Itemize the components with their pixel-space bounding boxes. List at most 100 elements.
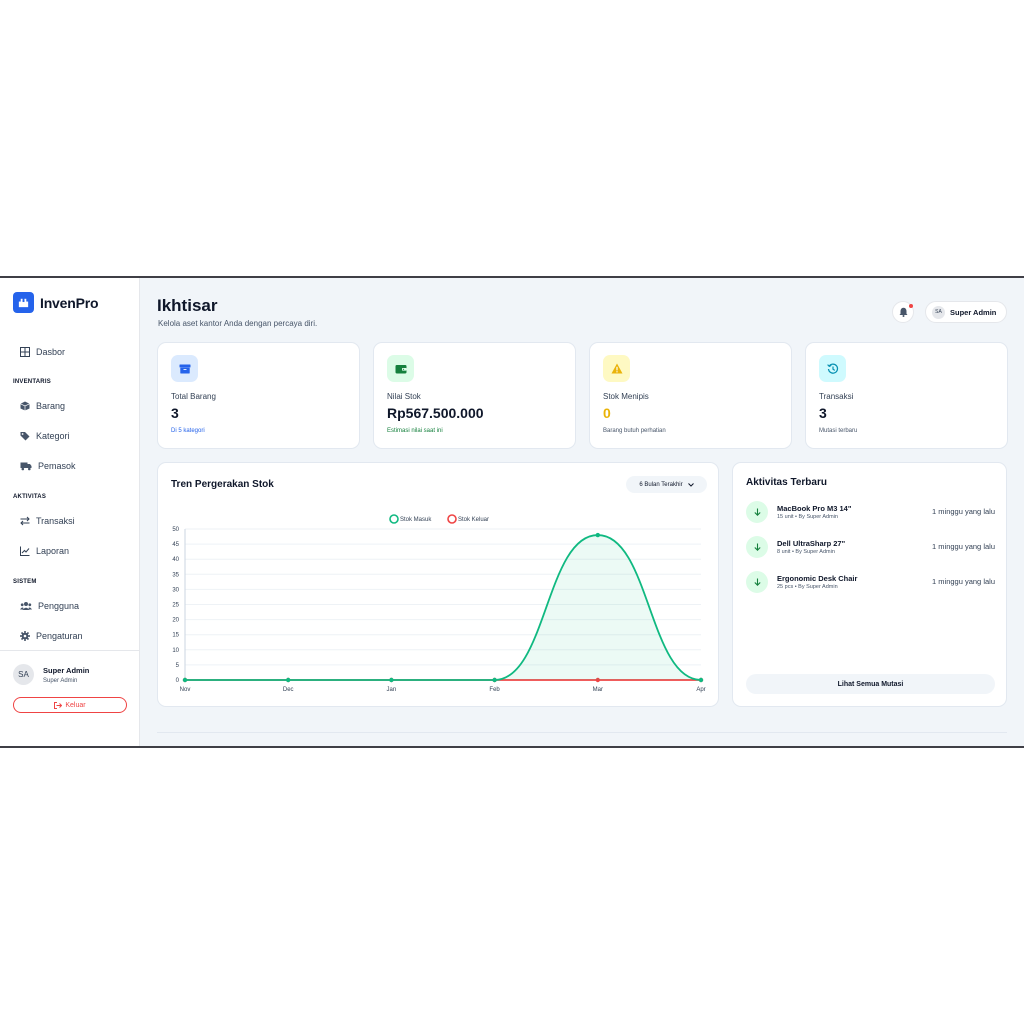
- sidebar-item-label: Pengaturan: [36, 631, 83, 641]
- stat-card-transaksi: Transaksi 3 Mutasi terbaru: [805, 342, 1008, 449]
- sidebar-item-transaksi[interactable]: Transaksi: [20, 513, 75, 529]
- x-tick-label: Apr: [696, 687, 705, 693]
- sidebar-item-dasbor[interactable]: Dasbor: [20, 344, 65, 360]
- logo-icon: [13, 292, 34, 313]
- cube-icon: [20, 401, 30, 411]
- notification-dot: [909, 304, 913, 308]
- history-icon: [819, 355, 846, 382]
- sidebar: InvenPro Dasbor INVENTARIS Barang Katego…: [0, 278, 140, 746]
- series-area: [185, 535, 701, 680]
- activity-item[interactable]: Dell UltraSharp 27" 8 unit • By Super Ad…: [746, 536, 995, 560]
- app-window: InvenPro Dasbor INVENTARIS Barang Katego…: [0, 276, 1024, 748]
- arrow-down-icon: [746, 501, 768, 523]
- view-all-mutations-button[interactable]: Lihat Semua Mutasi: [746, 674, 995, 694]
- stock-trend-chart: 0 5 10 15 20 25 30 35 40 45 50 Nov Dec Jan Feb Mar Apr St…: [172, 514, 706, 693]
- section-aktivitas: AKTIVITAS: [13, 494, 47, 500]
- stat-value: 0: [603, 405, 611, 421]
- notification-button[interactable]: [892, 301, 914, 323]
- brand[interactable]: InvenPro: [13, 292, 99, 313]
- logout-button[interactable]: Keluar: [13, 697, 127, 713]
- data-point: [492, 677, 497, 683]
- y-tick-label: 45: [172, 542, 179, 548]
- sidebar-item-label: Transaksi: [36, 516, 75, 526]
- x-tick-label: Nov: [180, 687, 191, 693]
- footer-divider: [157, 732, 1007, 733]
- stat-note: Estimasi nilai saat ini: [387, 428, 443, 434]
- sidebar-item-pengguna[interactable]: Pengguna: [20, 598, 79, 614]
- legend-marker: [447, 514, 457, 524]
- data-point: [286, 677, 291, 683]
- activity-meta: 8 unit • By Super Admin: [777, 549, 835, 555]
- legend-label: Stok Keluar: [458, 517, 489, 523]
- sidebar-item-kategori[interactable]: Kategori: [20, 428, 70, 444]
- data-point: [698, 677, 704, 683]
- logout-label: Keluar: [65, 701, 86, 709]
- truck-icon: [20, 462, 32, 471]
- activity-time: 1 minggu yang lalu: [932, 507, 995, 516]
- page-subtitle: Kelola aset kantor Anda dengan percaya d…: [158, 319, 318, 328]
- arrow-down-icon: [746, 536, 768, 558]
- stat-card-total-barang: Total Barang 3 Di 5 kategori: [157, 342, 360, 449]
- user-role: Super Admin: [43, 677, 78, 684]
- x-tick-label: Feb: [489, 687, 500, 693]
- x-tick-label: Dec: [283, 687, 294, 693]
- x-tick-label: Jan: [387, 687, 397, 693]
- y-tick-label: 0: [176, 678, 180, 684]
- y-tick-label: 25: [172, 603, 179, 609]
- data-point: [182, 677, 188, 683]
- main-content: Ikhtisar Kelola aset kantor Anda dengan …: [140, 278, 1024, 746]
- sidebar-item-barang[interactable]: Barang: [20, 398, 65, 414]
- grid-icon: [20, 347, 30, 357]
- stat-note: Di 5 kategori: [171, 428, 205, 434]
- y-tick-label: 5: [176, 663, 180, 669]
- user-menu-button[interactable]: SA Super Admin: [925, 301, 1007, 323]
- y-tick-label: 10: [172, 648, 179, 654]
- sidebar-user: SA Super Admin Super Admin: [13, 664, 89, 685]
- stat-label: Stok Menipis: [603, 392, 649, 401]
- stat-card-nilai-stok: Nilai Stok Rp567.500.000 Estimasi nilai …: [373, 342, 576, 449]
- y-tick-label: 40: [172, 557, 179, 563]
- gear-icon: [20, 631, 30, 641]
- y-tick-label: 30: [172, 587, 179, 593]
- stat-label: Nilai Stok: [387, 392, 421, 401]
- section-sistem: SISTEM: [13, 579, 37, 585]
- chart-line-icon: [20, 546, 30, 556]
- activity-time: 1 minggu yang lalu: [932, 577, 995, 586]
- legend-label: Stok Masuk: [400, 517, 432, 523]
- activity-item[interactable]: MacBook Pro M3 14" 15 unit • By Super Ad…: [746, 501, 995, 525]
- data-point: [595, 532, 600, 538]
- sidebar-item-pengaturan[interactable]: Pengaturan: [20, 628, 83, 644]
- stat-label: Transaksi: [819, 392, 854, 401]
- activity-item[interactable]: Ergonomic Desk Chair 25 pcs • By Super A…: [746, 571, 995, 595]
- chart-card: Tren Pergerakan Stok 6 Bulan Terakhir 05…: [157, 462, 719, 707]
- sidebar-divider: [0, 650, 140, 651]
- brand-name: InvenPro: [40, 294, 99, 311]
- sign-out-icon: [54, 701, 63, 709]
- warning-icon: [603, 355, 630, 382]
- sidebar-item-label: Barang: [36, 401, 66, 411]
- activity-card: Aktivitas Terbaru MacBook Pro M3 14" 15 …: [732, 462, 1007, 707]
- activity-meta: 15 unit • By Super Admin: [777, 514, 838, 520]
- sidebar-item-label: Pemasok: [38, 461, 76, 471]
- page-title: Ikhtisar: [157, 296, 218, 315]
- stat-value: 3: [819, 405, 827, 421]
- activity-name: Ergonomic Desk Chair: [777, 574, 858, 583]
- legend-marker: [389, 514, 399, 524]
- stat-card-stok-menipis: Stok Menipis 0 Barang butuh perhatian: [589, 342, 792, 449]
- y-tick-label: 15: [172, 633, 179, 639]
- y-tick-label: 20: [172, 618, 179, 624]
- y-tick-label: 50: [172, 527, 179, 533]
- x-tick-label: Mar: [593, 687, 603, 693]
- section-inventaris: INVENTARIS: [13, 379, 51, 385]
- sidebar-item-label: Dasbor: [36, 347, 66, 357]
- stat-note: Mutasi terbaru: [819, 428, 858, 434]
- sidebar-item-laporan[interactable]: Laporan: [20, 543, 69, 559]
- sidebar-item-pemasok[interactable]: Pemasok: [20, 458, 76, 474]
- activity-name: MacBook Pro M3 14": [777, 504, 852, 513]
- tags-icon: [20, 432, 30, 441]
- stat-label: Total Barang: [171, 392, 216, 401]
- wallet-icon: [387, 355, 414, 382]
- avatar: SA: [13, 664, 34, 685]
- activity-title: Aktivitas Terbaru: [746, 477, 827, 488]
- user-name: Super Admin: [950, 307, 997, 317]
